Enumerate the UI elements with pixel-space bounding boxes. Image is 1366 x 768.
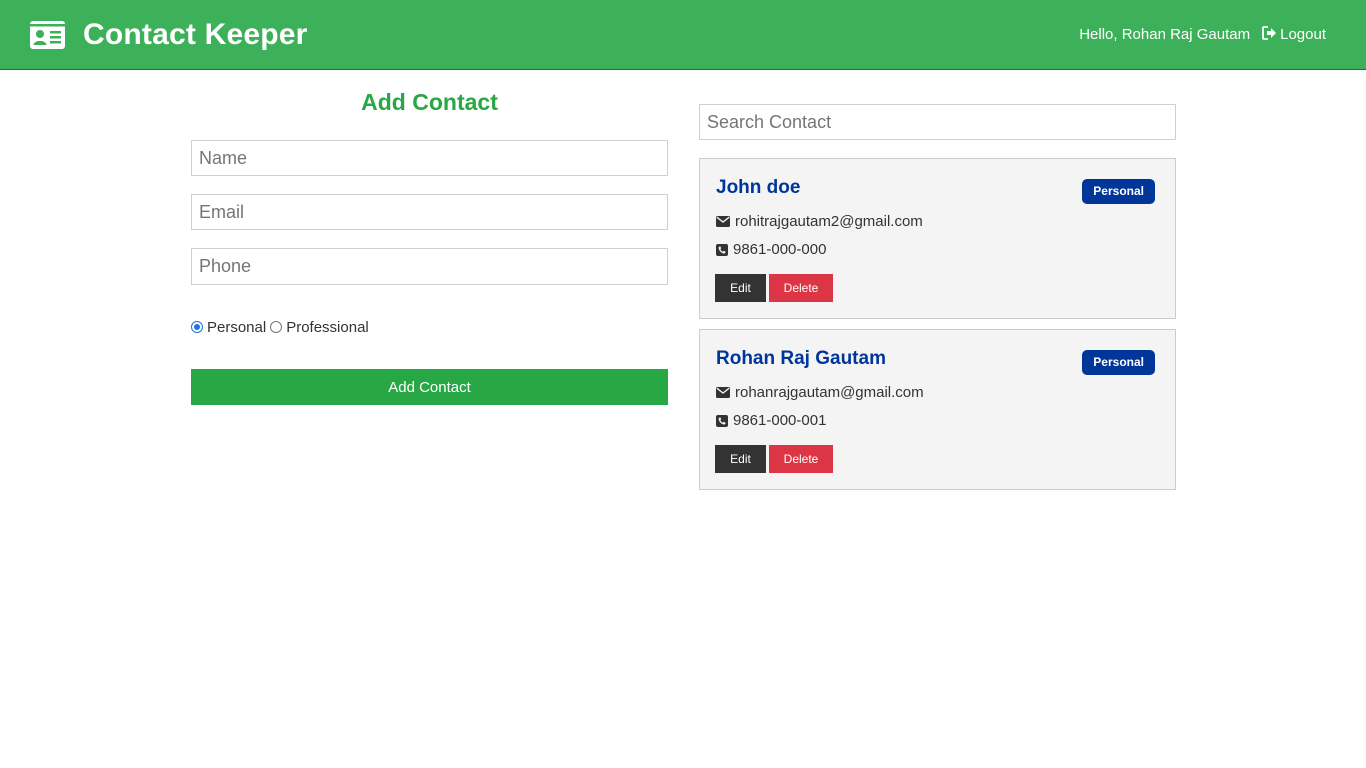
contact-name: Rohan Raj Gautam — [716, 348, 886, 369]
professional-radio-label: Professional — [286, 318, 369, 336]
contact-card: John doe Personal rohitrajgautam2@gmail.… — [699, 158, 1176, 319]
contact-card: Rohan Raj Gautam Personal rohanrajgautam… — [699, 329, 1176, 490]
edit-button[interactable]: Edit — [715, 445, 766, 473]
form-title: Add Contact — [361, 89, 498, 115]
contact-email-row: rohitrajgautam2@gmail.com — [716, 213, 923, 230]
name-input[interactable] — [191, 140, 668, 176]
contact-phone: 9861-000-001 — [733, 412, 827, 429]
contact-actions: Edit Delete — [715, 445, 833, 473]
contact-actions: Edit Delete — [715, 274, 833, 302]
id-card-icon — [30, 20, 65, 49]
edit-button[interactable]: Edit — [715, 274, 766, 302]
contact-type-badge: Personal — [1082, 350, 1155, 375]
phone-icon — [716, 243, 728, 256]
envelope-icon — [716, 387, 730, 398]
contact-email: rohitrajgautam2@gmail.com — [735, 213, 923, 230]
sign-out-icon — [1262, 25, 1277, 44]
contact-type-badge: Personal — [1082, 179, 1155, 204]
contact-phone-row: 9861-000-000 — [716, 241, 826, 258]
contact-name: John doe — [716, 177, 801, 198]
user-greeting: Hello, Rohan Raj Gautam — [1079, 26, 1251, 43]
user-menu: Hello, Rohan Raj Gautam Logout — [1079, 25, 1326, 44]
add-contact-form: Add Contact Personal Professional Add Co… — [191, 86, 668, 405]
professional-radio[interactable] — [270, 321, 283, 333]
phone-input[interactable] — [191, 248, 668, 285]
contact-phone: 9861-000-000 — [733, 241, 827, 258]
personal-radio-label: Personal — [207, 318, 267, 336]
personal-radio[interactable] — [191, 321, 203, 333]
search-contact-input[interactable] — [699, 104, 1176, 140]
contact-phone-row: 9861-000-001 — [716, 412, 826, 429]
delete-button[interactable]: Delete — [769, 445, 833, 473]
contact-email: rohanrajgautam@gmail.com — [735, 384, 924, 401]
contact-email-row: rohanrajgautam@gmail.com — [716, 384, 924, 401]
app-title: Contact Keeper — [83, 17, 308, 51]
add-contact-button[interactable]: Add Contact — [191, 369, 668, 405]
contact-type-radio-group: Personal Professional — [191, 317, 668, 337]
brand[interactable]: Contact Keeper — [30, 18, 308, 52]
navbar: Contact Keeper Hello, Rohan Raj Gautam L… — [0, 0, 1366, 70]
email-input[interactable] — [191, 194, 668, 230]
envelope-icon — [716, 216, 730, 227]
logout-label: Logout — [1280, 26, 1326, 43]
phone-icon — [716, 414, 728, 427]
contacts-panel: John doe Personal rohitrajgautam2@gmail.… — [699, 104, 1176, 490]
logout-link[interactable]: Logout — [1262, 25, 1326, 44]
delete-button[interactable]: Delete — [769, 274, 833, 302]
